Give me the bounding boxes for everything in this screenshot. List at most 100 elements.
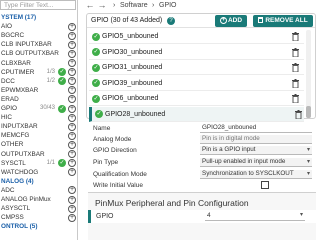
instance-row[interactable]: ✓ GPIO30_unbouned	[89, 45, 304, 60]
sidebar-item-label: AIO	[1, 23, 13, 31]
add-circle-icon[interactable]: +	[68, 113, 76, 122]
instance-row[interactable]: ✓ GPIO5_unbouned	[89, 29, 304, 44]
sidebar-item-aio[interactable]: AIO +	[0, 22, 77, 31]
sidebar-item-label: WATCHDOG	[1, 168, 39, 176]
sidebar-item-outputxbar[interactable]: OUTPUTXBAR +	[0, 150, 77, 159]
trash-icon[interactable]	[292, 47, 299, 57]
sidebar-item-memcfg[interactable]: MEMCFG +	[0, 131, 77, 140]
sidebar-item-gpio[interactable]: GPIO 30/43 ✓ +	[0, 104, 77, 113]
breadcrumb-software[interactable]: Software	[120, 1, 148, 11]
instance-row[interactable]: ✓ GPIO28_unbouned	[89, 106, 304, 122]
add-circle-icon[interactable]: +	[68, 122, 76, 131]
sidebar-item-adc[interactable]: ADC +	[0, 186, 77, 195]
chevron-down-icon: ▾	[306, 147, 310, 153]
instance-row[interactable]: ✓ GPIO6_unbouned	[89, 91, 304, 106]
gpio-direction-value: Pin is a GPIO input	[202, 146, 256, 153]
breadcrumb-gpio: GPIO	[159, 2, 177, 9]
add-circle-icon[interactable]: +	[68, 95, 76, 104]
trash-icon[interactable]	[292, 94, 299, 103]
sidebar-item-dcc[interactable]: DCC 1/2 ✓ +	[0, 77, 77, 86]
help-icon[interactable]: ?	[167, 17, 175, 25]
name-field[interactable]: GPIO28_unbouned	[200, 124, 312, 133]
chevron-down-icon: ▾	[299, 212, 303, 218]
add-circle-icon[interactable]: +	[68, 140, 76, 149]
sidebar-item-label: MEMCFG	[1, 132, 30, 140]
add-circle-icon[interactable]: +	[68, 168, 76, 177]
add-button[interactable]: + ADD	[215, 15, 247, 27]
gpio-direction-label: GPIO Direction	[93, 147, 137, 154]
add-circle-icon[interactable]: +	[68, 159, 76, 168]
sidebar-item-clbxbar[interactable]: CLBXBAR +	[0, 59, 77, 68]
module-title: GPIO (30 of 43 Added)	[91, 17, 163, 24]
instance-row[interactable]: ✓ GPIO39_unbouned	[89, 76, 304, 91]
sidebar-item-label: SYSCTL	[1, 159, 26, 167]
filter-input[interactable]: Type Filter Text...	[0, 0, 76, 10]
instance-name: GPIO31_unbouned	[102, 64, 163, 71]
sidebar-item-bgcrc[interactable]: BGCRC +	[0, 31, 77, 40]
write-initial-value-checkbox[interactable]	[261, 181, 269, 189]
trash-icon[interactable]	[292, 32, 299, 41]
back-arrow-icon[interactable]: ←	[85, 0, 95, 11]
trash-icon	[258, 17, 264, 24]
instance-name: GPIO39_unbouned	[102, 79, 163, 87]
qualification-mode-select[interactable]: Synchronization to SYSCLKOUT ▾	[200, 170, 312, 179]
add-circle-icon[interactable]: +	[68, 104, 76, 113]
sidebar-item-cmpss[interactable]: CMPSS +	[0, 213, 77, 222]
sidebar-item-sysctl[interactable]: SYSCTL 1/1 ✓ +	[0, 159, 77, 168]
sidebar-group-header[interactable]: YSTEM (17)	[1, 13, 36, 22]
trash-icon[interactable]	[292, 63, 299, 72]
sidebar-item-epwmxbar[interactable]: EPWMXBAR +	[0, 86, 77, 95]
sidebar-item-analog-pinmux[interactable]: ANALOG PinMux +	[0, 195, 77, 204]
module-panel: GPIO (30 of 43 Added) ? + ADD REMOVE ALL …	[86, 13, 316, 122]
sidebar-item-cputimer[interactable]: CPUTIMER 1/3 ✓ +	[0, 68, 77, 77]
sidebar-item-label: OTHER	[1, 141, 24, 149]
add-circle-icon[interactable]: +	[68, 77, 76, 86]
instance-row[interactable]: ✓ GPIO31_unbouned	[89, 60, 304, 75]
sidebar-group-header[interactable]: ONTROL (5)	[1, 222, 37, 231]
forward-arrow-icon[interactable]: →	[97, 0, 107, 11]
instance-name: GPIO28_unbouned	[105, 110, 166, 118]
check-icon: ✓	[92, 79, 100, 87]
sidebar-item-watchdog[interactable]: WATCHDOG +	[0, 168, 77, 177]
add-circle-icon[interactable]: +	[68, 204, 76, 213]
add-circle-icon[interactable]: +	[68, 86, 76, 95]
sidebar-item-erad[interactable]: ERAD +	[0, 95, 77, 104]
sidebar-item-label: INPUTXBAR	[1, 123, 38, 131]
sidebar-item-other[interactable]: OTHER +	[0, 140, 77, 149]
add-circle-icon[interactable]: +	[68, 195, 76, 204]
add-circle-icon[interactable]: +	[68, 68, 76, 77]
gpio-direction-select[interactable]: Pin is a GPIO input ▾	[200, 146, 312, 155]
scrollbar-track[interactable]	[306, 30, 311, 118]
trash-icon[interactable]	[292, 78, 299, 88]
add-circle-icon[interactable]: +	[68, 186, 76, 195]
sidebar-item-inputxbar[interactable]: INPUTXBAR +	[0, 122, 77, 131]
add-circle-icon[interactable]: +	[68, 150, 76, 158]
qualification-mode-label: Qualification Mode	[93, 171, 147, 178]
chevron-down-icon: ▾	[306, 159, 310, 165]
chevron-down-icon: ▾	[306, 171, 310, 177]
add-circle-icon[interactable]: +	[68, 213, 76, 222]
add-circle-icon[interactable]: +	[68, 40, 76, 49]
add-circle-icon[interactable]: +	[68, 49, 76, 58]
sidebar-item-label: OUTPUTXBAR	[1, 150, 45, 158]
scrollbar-thumb[interactable]	[306, 106, 311, 118]
add-circle-icon[interactable]: +	[68, 31, 76, 40]
sidebar-item-clb-inputxbar[interactable]: CLB INPUTXBAR +	[0, 40, 77, 49]
pinmux-gpio-label: GPIO	[96, 213, 114, 220]
pinmux-gpio-select[interactable]: 4 ▾	[205, 211, 305, 221]
check-icon: ✓	[58, 104, 66, 113]
check-icon: ✓	[58, 159, 66, 168]
remove-all-button[interactable]: REMOVE ALL	[253, 15, 313, 27]
check-icon: ✓	[92, 63, 100, 72]
add-circle-icon[interactable]: +	[68, 59, 76, 67]
sidebar-item-label: GPIO	[1, 105, 17, 112]
trash-icon[interactable]	[295, 109, 302, 119]
sidebar-item-label: CMPSS	[1, 214, 24, 222]
pin-type-select[interactable]: Pull-up enabled in input mode ▾	[200, 158, 312, 167]
sidebar-item-hic[interactable]: HIC +	[0, 113, 77, 122]
sidebar-group-header[interactable]: NALOG (4)	[1, 177, 34, 186]
add-circle-icon[interactable]: +	[68, 22, 76, 31]
add-circle-icon[interactable]: +	[68, 131, 76, 140]
sidebar-item-clb-outputxbar[interactable]: CLB OUTPUTXBAR +	[0, 49, 77, 58]
sidebar-item-asysctl[interactable]: ASYSCTL +	[0, 204, 77, 213]
